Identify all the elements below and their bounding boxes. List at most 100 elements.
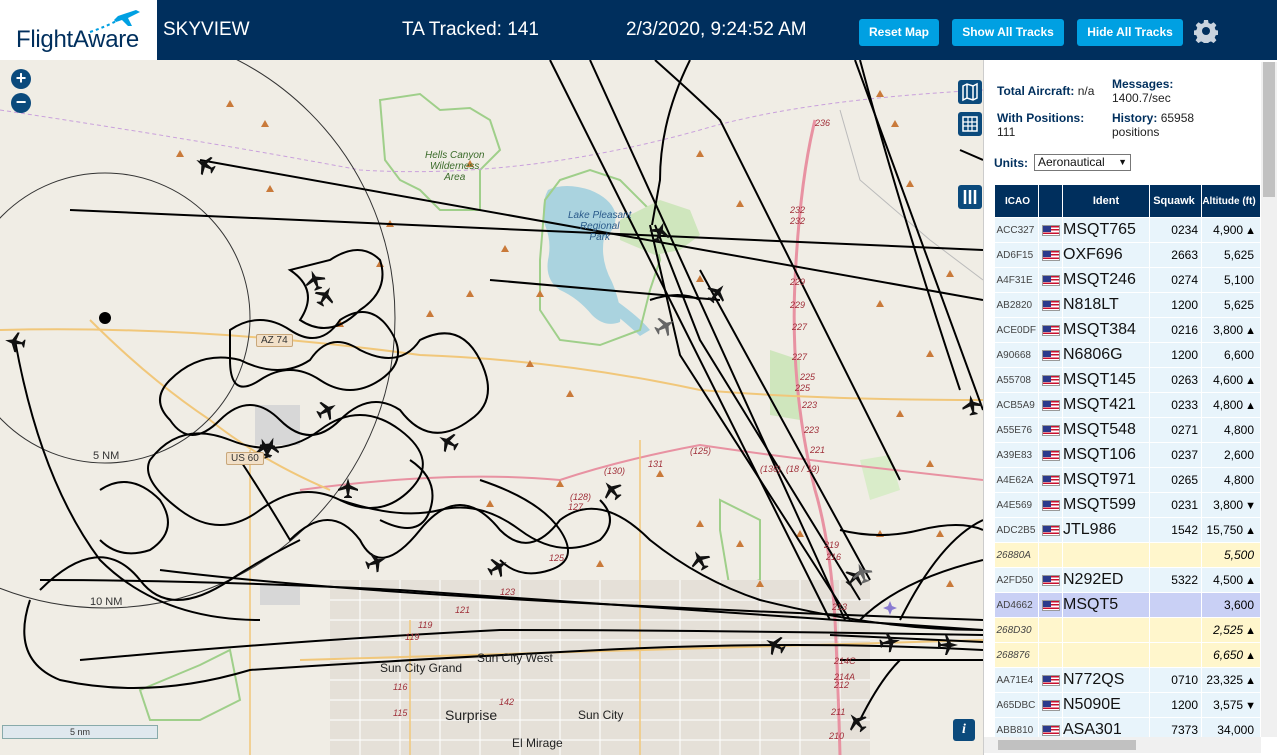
table-row[interactable]: A2FD50 N292ED 5322 4,500 ▲ [994, 567, 1261, 593]
table-row[interactable]: AD4662 MSQT5 3,600 [994, 592, 1261, 618]
show-all-tracks-button[interactable]: Show All Tracks [952, 19, 1064, 46]
squawk-cell [1149, 542, 1202, 568]
horizontal-scrollbar[interactable] [984, 737, 1261, 753]
column-header-ident[interactable]: Ident [1062, 184, 1150, 218]
column-header-flag[interactable] [1038, 184, 1063, 218]
ident-cell: N772QS [1062, 667, 1150, 693]
table-row[interactable]: ACC327 MSQT765 0234 4,900 ▲ [994, 217, 1261, 243]
squawk-cell: 0263 [1149, 367, 1202, 393]
altitude-cell: 2,600 [1201, 442, 1261, 468]
icao-cell: 268D30 [994, 617, 1039, 643]
horizontal-scroll-thumb[interactable] [998, 740, 1136, 750]
route-label: 142 [499, 697, 515, 707]
altitude-trend-icon: ▲ [1245, 575, 1256, 587]
altitude-cell: 6,600 [1201, 342, 1261, 368]
column-header-icao[interactable]: ICAO [994, 184, 1039, 218]
hide-all-tracks-button[interactable]: Hide All Tracks [1077, 19, 1183, 46]
icao-cell: ACE0DF [994, 317, 1039, 343]
altitude-value: 5,625 [1223, 248, 1254, 262]
altitude-trend-icon: ▲ [1245, 375, 1256, 387]
table-row[interactable]: ACE0DF MSQT384 0216 3,800 ▲ [994, 317, 1261, 343]
ident-cell: MSQT971 [1062, 467, 1150, 493]
units-select[interactable]: Aeronautical ▼ [1034, 154, 1131, 171]
map-view[interactable]: + − 5 NM 10 NM Hells Canyon Wilderness A… [0, 60, 983, 755]
route-label: (18 / 19) [786, 464, 820, 474]
altitude-cell: 5,100 [1201, 267, 1261, 293]
info-icon[interactable]: i [953, 719, 975, 741]
altitude-value: 6,650 [1213, 648, 1244, 662]
table-row[interactable]: A4E569 MSQT599 0231 3,800 ▼ [994, 492, 1261, 518]
altitude-cell: 5,625 [1201, 242, 1261, 268]
us-flag-icon [1041, 600, 1060, 612]
column-header-altitude[interactable]: Altitude (ft) [1201, 184, 1261, 218]
table-row[interactable]: A90668 N6806G 1200 6,600 [994, 342, 1261, 368]
flag-cell [1038, 342, 1063, 368]
route-label: 223 [802, 400, 818, 410]
scale-bar: 5 nm [2, 725, 158, 739]
vertical-scroll-thumb[interactable] [1263, 62, 1275, 197]
table-row[interactable]: A4E62A MSQT971 0265 4,800 [994, 467, 1261, 493]
icao-cell: AD4662 [994, 592, 1039, 618]
us-flag-icon [1041, 725, 1060, 737]
altitude-value: 5,100 [1223, 273, 1254, 287]
table-row[interactable]: 268876 6,650 ▲ [994, 642, 1261, 668]
table-row[interactable]: 26880A 5,500 [994, 542, 1261, 568]
us-flag-icon [1041, 375, 1060, 387]
squawk-cell: 0234 [1149, 217, 1202, 243]
flag-cell [1038, 592, 1063, 618]
table-row[interactable]: ACB5A9 MSQT421 0233 4,800 ▲ [994, 392, 1261, 418]
flightaware-logo[interactable]: FlightAware [0, 0, 157, 60]
table-row[interactable]: ADC2B5 JTL986 1542 15,750 ▲ [994, 517, 1261, 543]
flag-cell [1038, 242, 1063, 268]
us-flag-icon [1041, 225, 1060, 237]
zoom-out-button[interactable]: − [11, 93, 31, 113]
shield-us60: US 60 [226, 452, 264, 465]
squawk-cell: 0233 [1149, 392, 1202, 418]
table-row[interactable]: AB2820 N818LT 1200 5,625 [994, 292, 1261, 318]
table-row[interactable]: A39E83 MSQT106 0237 2,600 [994, 442, 1261, 468]
route-label: 227 [792, 352, 808, 362]
tracked-count: TA Tracked: 141 [402, 19, 539, 40]
ident-cell [1062, 617, 1150, 643]
squawk-cell [1149, 642, 1202, 668]
squawk-cell: 1200 [1149, 292, 1202, 318]
units-label: Units: [994, 156, 1028, 170]
icao-cell: A55E76 [994, 417, 1039, 443]
route-label: 232 [790, 205, 806, 215]
ident-cell: JTL986 [1062, 517, 1150, 543]
range-ring-10nm-label: 10 NM [90, 596, 123, 608]
route-label: (125) [690, 446, 712, 456]
history-value: 65958 [1160, 111, 1195, 125]
altitude-cell: 4,500 ▲ [1201, 567, 1261, 593]
column-header-squawk[interactable]: Squawk [1149, 184, 1202, 218]
squawk-cell: 0237 [1149, 442, 1202, 468]
grid-toggle-icon[interactable] [958, 112, 982, 136]
squawk-cell: 0271 [1149, 417, 1202, 443]
altitude-value: 3,575 [1213, 698, 1244, 712]
table-row[interactable]: A65DBC N5090E 1200 3,575 ▼ [994, 692, 1261, 718]
aircraft-table: ICAO Ident Squawk Altitude (ft) ACC327 MS… [994, 184, 1261, 743]
route-label: 115 [393, 708, 408, 718]
altitude-value: 15,750 [1206, 523, 1244, 537]
table-row[interactable]: A4F31E MSQT246 0274 5,100 [994, 267, 1261, 293]
icao-cell: AD6F15 [994, 242, 1039, 268]
table-row[interactable]: AA71E4 N772QS 0710 23,325 ▲ [994, 667, 1261, 693]
map-layers-icon[interactable] [958, 80, 982, 104]
columns-toggle-icon[interactable] [958, 185, 982, 209]
messages-label: Messages: [1112, 77, 1174, 91]
gear-icon[interactable] [1194, 19, 1218, 43]
table-row[interactable]: A55E76 MSQT548 0271 4,800 [994, 417, 1261, 443]
table-row[interactable]: AD6F15 OXF696 2663 5,625 [994, 242, 1261, 268]
vertical-scrollbar[interactable] [1261, 62, 1277, 737]
route-label: 119 [405, 632, 420, 642]
zoom-in-button[interactable]: + [11, 69, 31, 89]
place-sun-city: Sun City [578, 708, 624, 722]
us-flag-icon [1041, 525, 1060, 537]
flag-cell [1038, 542, 1063, 568]
reset-map-button[interactable]: Reset Map [859, 19, 939, 46]
route-label: 119 [418, 620, 433, 630]
us-flag-icon [1041, 675, 1060, 687]
table-row[interactable]: A55708 MSQT145 0263 4,600 ▲ [994, 367, 1261, 393]
table-row[interactable]: 268D30 2,525 ▲ [994, 617, 1261, 643]
place-lake-pleasant: Lake Pleasant Regional Park [568, 210, 632, 243]
